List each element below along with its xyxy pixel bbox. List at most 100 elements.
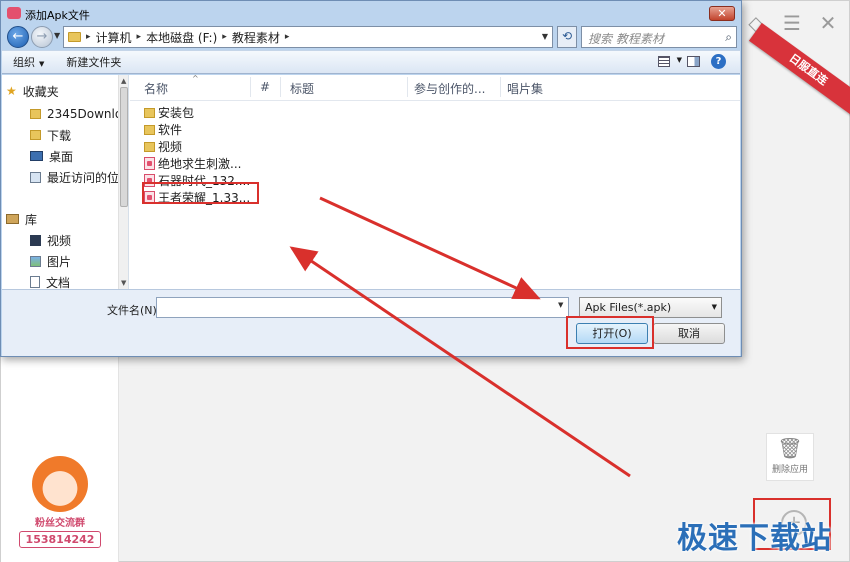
scroll-up-icon[interactable]: ▲ bbox=[121, 77, 126, 85]
fan-group-label: 粉丝交流群 bbox=[35, 518, 85, 529]
breadcrumb-folder[interactable]: 教程素材 bbox=[232, 29, 280, 46]
organize-label: 组织 bbox=[13, 56, 35, 69]
folder-icon bbox=[144, 107, 155, 118]
dialog-content: ★ 收藏夹 2345Downlo 下载 桌面 最近访问的位 库 视频 图片 文档… bbox=[2, 74, 740, 289]
view-mode-icon[interactable] bbox=[658, 56, 670, 67]
delete-app-label: 删除应用 bbox=[771, 465, 808, 475]
navigation-pane: ★ 收藏夹 2345Downlo 下载 桌面 最近访问的位 库 视频 图片 文档… bbox=[2, 75, 129, 289]
search-placeholder: 搜索 教程素材 bbox=[588, 32, 664, 46]
recent-places-icon bbox=[30, 171, 41, 183]
sidebar-item-label: 库 bbox=[25, 212, 38, 227]
chevron-down-icon: ▼ bbox=[711, 303, 717, 311]
sidebar-item-desktop[interactable]: 桌面 bbox=[30, 146, 73, 166]
desktop-icon bbox=[30, 151, 43, 161]
column-contributor[interactable]: 参与创作的... bbox=[414, 80, 485, 97]
address-dropdown-icon[interactable]: ▼ bbox=[542, 32, 548, 41]
sidebar-item-downloads[interactable]: 下载 bbox=[30, 125, 71, 145]
refresh-button[interactable]: ⟲ bbox=[557, 26, 577, 48]
app-close-icon[interactable]: ✕ bbox=[819, 11, 837, 35]
chevron-down-icon: ▼ bbox=[39, 60, 45, 68]
search-input[interactable]: 搜索 教程素材 ⌕ bbox=[581, 26, 737, 48]
breadcrumb-drive[interactable]: 本地磁盘 (F:) bbox=[146, 29, 217, 46]
filename-label: 文件名(N): bbox=[107, 304, 161, 317]
file-row[interactable]: 软件 bbox=[144, 121, 182, 138]
menu-icon[interactable]: ☰ bbox=[783, 11, 801, 35]
apk-file-icon bbox=[144, 157, 155, 170]
fan-group-number: 153814242 bbox=[19, 531, 101, 548]
folder-icon bbox=[30, 109, 41, 119]
column-album[interactable]: 唱片集 bbox=[507, 80, 543, 97]
dialog-toolbar: 组织 ▼ 新建文件夹 ▼ ? bbox=[2, 50, 740, 74]
preview-pane-icon[interactable] bbox=[687, 56, 700, 67]
delete-app-button[interactable]: 🗑 删除应用 bbox=[766, 433, 814, 481]
column-title[interactable]: 标题 bbox=[290, 80, 314, 97]
star-icon: ★ bbox=[6, 84, 17, 98]
column-number[interactable]: # bbox=[260, 80, 270, 94]
column-divider[interactable] bbox=[407, 77, 408, 97]
file-type-value: Apk Files(*.apk) bbox=[585, 301, 672, 314]
sidebar-item-2345downloads[interactable]: 2345Downlo bbox=[30, 104, 122, 124]
column-divider[interactable] bbox=[250, 77, 251, 97]
filename-input[interactable] bbox=[156, 297, 569, 318]
forward-button[interactable]: → bbox=[31, 26, 53, 48]
column-name[interactable]: 名称 bbox=[144, 80, 168, 97]
folder-icon bbox=[30, 130, 41, 140]
dialog-title: 添加Apk文件 bbox=[25, 9, 90, 22]
chevron-right-icon: ▸ bbox=[136, 32, 142, 42]
folder-icon bbox=[68, 32, 81, 42]
sort-ascending-icon: ^ bbox=[192, 74, 199, 83]
dialog-close-button[interactable]: ✕ bbox=[709, 6, 735, 21]
back-button[interactable]: ← bbox=[7, 26, 29, 48]
fan-group-card[interactable]: 粉丝交流群 153814242 bbox=[19, 456, 101, 551]
sidebar-item-label: 最近访问的位 bbox=[47, 170, 120, 185]
breadcrumb-computer[interactable]: 计算机 bbox=[96, 29, 132, 46]
new-folder-button[interactable]: 新建文件夹 bbox=[55, 54, 132, 70]
chevron-right-icon: ▸ bbox=[86, 32, 91, 42]
picture-library-icon bbox=[30, 255, 41, 267]
sidebar-item-label: 2345Downlo bbox=[47, 107, 123, 121]
navigation-bar: ← → ▼ ▸ 计算机 ▸ 本地磁盘 (F:) ▸ 教程素材 ▸ ▼ ⟲ 搜索 … bbox=[7, 25, 737, 49]
document-library-icon bbox=[30, 276, 40, 288]
chevron-down-icon[interactable]: ▼ bbox=[677, 56, 682, 64]
navpane-scrollbar[interactable]: ▲ ▼ bbox=[118, 75, 128, 289]
sidebar-item-documents[interactable]: 文档 bbox=[30, 272, 70, 289]
organize-menu[interactable]: 组织 ▼ bbox=[2, 54, 55, 70]
sidebar-item-label: 视频 bbox=[47, 233, 72, 248]
chevron-right-icon: ▸ bbox=[284, 32, 290, 42]
library-icon bbox=[6, 214, 19, 224]
sidebar-item-videos[interactable]: 视频 bbox=[30, 230, 71, 250]
dialog-titlebar[interactable]: 添加Apk文件 ✕ bbox=[1, 1, 741, 25]
sidebar-item-libraries[interactable]: 库 bbox=[6, 209, 37, 229]
filename-dropdown-icon[interactable]: ▼ bbox=[558, 301, 563, 309]
cancel-button[interactable]: 取消 bbox=[653, 323, 725, 344]
search-icon[interactable]: ⌕ bbox=[725, 30, 732, 45]
column-divider[interactable] bbox=[500, 77, 501, 97]
sidebar-item-recent[interactable]: 最近访问的位 bbox=[30, 167, 119, 187]
recent-pages-dropdown[interactable]: ▼ bbox=[54, 31, 60, 40]
file-name: 软件 bbox=[158, 123, 183, 137]
address-bar[interactable]: ▸ 计算机 ▸ 本地磁盘 (F:) ▸ 教程素材 ▸ ▼ bbox=[63, 26, 553, 48]
file-row[interactable]: 绝地求生刺激... bbox=[144, 155, 241, 172]
video-library-icon bbox=[30, 234, 41, 246]
column-header-row: ^ 名称 # 标题 参与创作的... 唱片集 bbox=[130, 74, 740, 101]
help-icon[interactable]: ? bbox=[711, 54, 726, 69]
file-row[interactable]: 安装包 bbox=[144, 104, 194, 121]
app-logo-icon bbox=[7, 7, 21, 19]
file-type-select[interactable]: Apk Files(*.apk) ▼ bbox=[579, 297, 722, 318]
file-name: 绝地求生刺激... bbox=[158, 157, 242, 171]
chevron-right-icon: ▸ bbox=[222, 32, 227, 42]
scroll-thumb[interactable] bbox=[120, 87, 128, 207]
file-name: 安装包 bbox=[158, 106, 195, 120]
trash-icon: 🗑 bbox=[777, 436, 803, 460]
scroll-down-icon[interactable]: ▼ bbox=[121, 279, 126, 287]
sidebar-item-label: 下载 bbox=[47, 128, 72, 143]
folder-icon bbox=[144, 124, 155, 135]
screenshot-stage: ◇ ☰ ✕ 日服直连 粉丝交流群 153814242 🗑 删除应用 + 极速下载… bbox=[0, 0, 850, 562]
file-row[interactable]: 视频 bbox=[144, 138, 182, 155]
watermark: 极速下载站 bbox=[677, 521, 832, 556]
sidebar-item-label: 文档 bbox=[46, 275, 71, 290]
sidebar-item-favorites[interactable]: ★ 收藏夹 bbox=[6, 81, 59, 101]
column-divider[interactable] bbox=[280, 77, 281, 97]
file-name: 视频 bbox=[158, 140, 183, 154]
sidebar-item-pictures[interactable]: 图片 bbox=[30, 251, 71, 271]
